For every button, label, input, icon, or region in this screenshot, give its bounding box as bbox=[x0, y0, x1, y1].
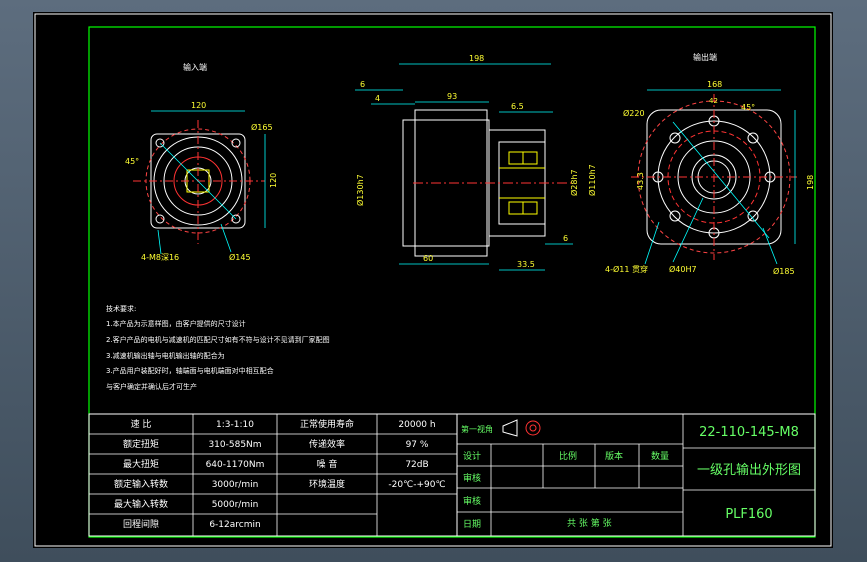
dim-output-42: 42 bbox=[709, 97, 718, 105]
spec-label: 最大扭矩 bbox=[123, 458, 159, 470]
dim-output-d185: Ø185 bbox=[773, 266, 795, 276]
dim-input-width: 120 bbox=[191, 101, 206, 110]
spec-value: 1:3-1:10 bbox=[216, 420, 254, 430]
spec-label: 最大输入转数 bbox=[114, 498, 168, 510]
dim-side-6-5: 6.5 bbox=[511, 102, 524, 111]
dim-side-4: 4 bbox=[375, 94, 380, 103]
date-label: 日期 bbox=[463, 519, 481, 530]
dim-output-168: 168 bbox=[707, 80, 722, 89]
drawing-canvas[interactable]: 输入端 120 Ø165 120 45° 4-M8深16 Ø145 198 6 … bbox=[33, 12, 833, 548]
dim-side-6b: 6 bbox=[563, 234, 568, 243]
dim-input-thread: 4-M8深16 bbox=[141, 253, 179, 262]
spec-label: 环境温度 bbox=[309, 478, 345, 490]
spec-table: 速 比 1:3-1:10 正常使用寿命 20000 h 额定扭矩 310-585… bbox=[88, 413, 458, 537]
dim-side-d130: Ø130h7 bbox=[355, 174, 365, 206]
dim-output-d40: Ø40H7 bbox=[669, 264, 697, 274]
dim-side-6a: 6 bbox=[360, 80, 365, 89]
first-view-label: 第一视角 bbox=[461, 424, 493, 434]
spec-label: 传递效率 bbox=[309, 438, 345, 450]
projection-symbol bbox=[502, 419, 541, 437]
note-line: 2.客户产品的电机与减速机的匹配尺寸如有不符与设计不见请到厂家配图 bbox=[106, 335, 330, 344]
spec-label: 正常使用寿命 bbox=[300, 418, 354, 430]
dim-side-d28: Ø28h7 bbox=[569, 169, 579, 196]
spec-value: 20000 h bbox=[398, 420, 435, 430]
spec-label: 速 比 bbox=[131, 418, 152, 430]
dim-input-d165: Ø165 bbox=[251, 122, 273, 132]
note-line: 3.产品用户装配好时，轴端面与电机端面对中相互配合 bbox=[106, 366, 274, 375]
dim-side-60: 60 bbox=[423, 254, 433, 263]
cad-viewport: 输入端 120 Ø165 120 45° 4-M8深16 Ø145 198 6 … bbox=[0, 0, 867, 562]
spec-label: 回程间隙 bbox=[123, 518, 159, 530]
sheets-label: 共 张 第 张 bbox=[567, 517, 612, 529]
spec-label: 噪 音 bbox=[317, 458, 338, 470]
spec-value: 72dB bbox=[405, 460, 428, 470]
dim-side-d110: Ø110h7 bbox=[587, 164, 597, 196]
technical-notes: 技术要求: 1.本产品为示意样图，由客户提供的尺寸设计 2.客户产品的电机与减速… bbox=[106, 304, 330, 391]
scale-label: 比例 bbox=[559, 450, 577, 462]
check-label: 审核 bbox=[463, 495, 481, 507]
dim-input-height: 120 bbox=[269, 173, 278, 188]
note-line: 3.减速机输出轴与电机输出轴的配合为 bbox=[106, 351, 225, 360]
design-label: 设计 bbox=[463, 450, 481, 462]
spec-label: 额定扭矩 bbox=[123, 438, 159, 450]
note-line: 技术要求: bbox=[106, 304, 136, 313]
approve-label: 审核 bbox=[463, 472, 481, 484]
spec-value: 310-585Nm bbox=[208, 440, 261, 450]
input-view-title: 输入端 bbox=[183, 62, 207, 72]
dim-side-198: 198 bbox=[469, 54, 484, 63]
dim-output-angle: 45° bbox=[741, 103, 755, 112]
drawing-title: 一级孔输出外形图 bbox=[697, 462, 801, 478]
spec-value: 6-12arcmin bbox=[209, 520, 260, 530]
dim-side-33-5: 33.5 bbox=[517, 260, 535, 269]
dim-output-holes: 4-Ø11 贯穿 bbox=[605, 264, 648, 274]
dim-input-d145: Ø145 bbox=[229, 252, 251, 262]
spec-value: 3000r/min bbox=[212, 480, 259, 490]
note-line: 1.本产品为示意样图，由客户提供的尺寸设计 bbox=[106, 319, 246, 328]
output-view: 输出端 168 42 45° Ø220 43.3 198 4-Ø11 贯穿 Ø4… bbox=[605, 52, 815, 276]
spec-value: 640-1170Nm bbox=[206, 460, 265, 470]
part-number: 22-110-145-M8 bbox=[699, 425, 799, 440]
output-view-title: 输出端 bbox=[693, 52, 717, 62]
dim-output-198: 198 bbox=[806, 175, 815, 190]
spec-value: 5000r/min bbox=[212, 500, 259, 510]
spec-value: -20℃-+90℃ bbox=[388, 480, 445, 490]
dim-input-angle: 45° bbox=[125, 157, 139, 166]
model-number: PLF160 bbox=[725, 507, 772, 522]
spec-value: 97 % bbox=[406, 440, 429, 450]
title-block: 第一视角 设计 审核 审核 日期 比例 版本 数量 共 张 第 张 22-110… bbox=[456, 413, 816, 537]
drawing-sheet: 输入端 120 Ø165 120 45° 4-M8深16 Ø145 198 6 … bbox=[34, 13, 832, 547]
qty-label: 数量 bbox=[651, 450, 669, 462]
dim-output-43-3: 43.3 bbox=[636, 172, 645, 190]
version-label: 版本 bbox=[605, 450, 623, 462]
side-view: 198 6 4 93 6.5 Ø130h7 Ø28h7 Ø110h7 60 6 … bbox=[355, 54, 597, 271]
spec-label: 额定输入转数 bbox=[114, 478, 168, 490]
dim-side-93: 93 bbox=[447, 92, 457, 101]
note-line: 与客户确定并确认后才可生产 bbox=[106, 382, 197, 391]
dim-output-d220: Ø220 bbox=[623, 108, 645, 118]
input-view: 输入端 120 Ø165 120 45° 4-M8深16 Ø145 bbox=[125, 62, 278, 262]
